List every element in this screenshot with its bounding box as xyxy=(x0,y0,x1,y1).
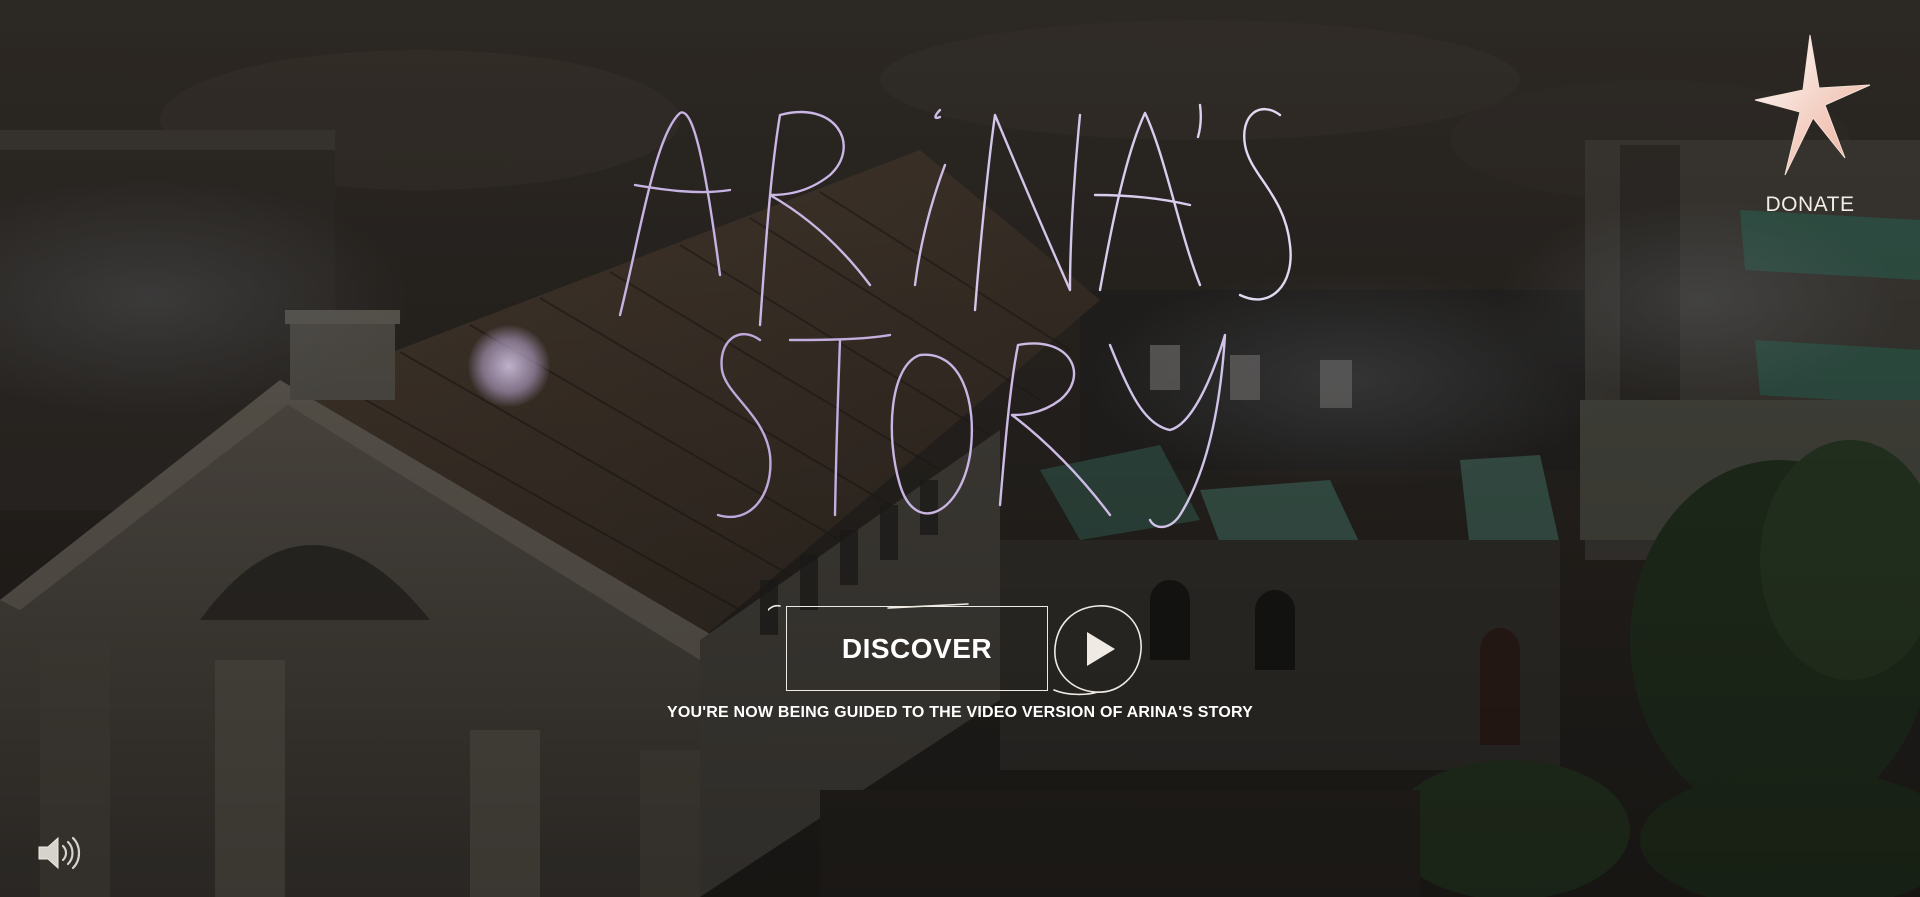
hero-scene: DONATE DISCOVER YOU'RE NOW BEING GUIDED … xyxy=(0,0,1920,897)
handwritten-title-graphic xyxy=(618,103,1292,529)
sound-toggle-button[interactable] xyxy=(36,833,84,873)
guide-text: YOU'RE NOW BEING GUIDED TO THE VIDEO VER… xyxy=(666,704,1254,721)
donate-label: DONATE xyxy=(1765,193,1855,216)
glowing-orb xyxy=(468,325,550,407)
speaker-icon xyxy=(38,836,81,870)
discover-cta: DISCOVER xyxy=(768,600,1148,705)
discover-button[interactable]: DISCOVER xyxy=(786,606,1048,691)
play-icon xyxy=(1054,605,1142,693)
donate-button[interactable]: DONATE xyxy=(1745,30,1875,230)
play-button[interactable] xyxy=(1049,602,1145,696)
page-title xyxy=(600,95,1320,555)
star-icon xyxy=(1754,34,1871,176)
